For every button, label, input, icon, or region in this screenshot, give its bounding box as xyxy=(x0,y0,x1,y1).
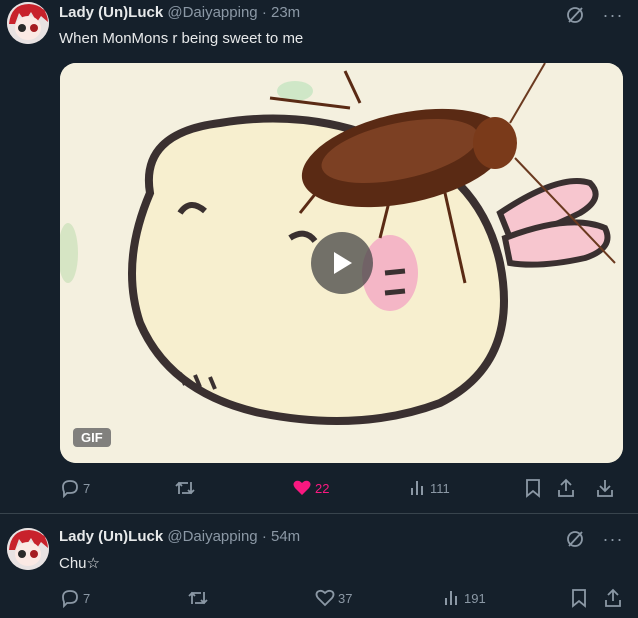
reply-icon xyxy=(62,590,78,608)
tweet-top-actions: ··· xyxy=(564,528,624,550)
play-button[interactable] xyxy=(311,232,373,294)
reply-button[interactable]: 7 xyxy=(60,586,90,610)
tweet-top-actions: ··· xyxy=(564,4,624,26)
avatar[interactable] xyxy=(7,528,49,570)
author-handle[interactable]: @Daiyapping xyxy=(167,4,257,21)
share-button[interactable] xyxy=(556,476,576,500)
retweet-icon xyxy=(175,481,195,495)
grok-icon[interactable] xyxy=(564,4,586,26)
gif-badge: GIF xyxy=(73,428,111,447)
views-icon xyxy=(411,481,423,495)
heart-icon xyxy=(315,589,335,607)
tweet-header: Lady (Un)Luck @Daiyapping · 54m xyxy=(59,528,300,545)
retweet-icon xyxy=(188,591,208,605)
download-button[interactable] xyxy=(595,476,615,500)
avatar[interactable] xyxy=(7,2,49,44)
grok-icon[interactable] xyxy=(564,528,586,550)
like-button[interactable]: 37 xyxy=(315,586,352,610)
timestamp[interactable]: 54m xyxy=(271,528,300,545)
tweet-header: Lady (Un)Luck @Daiyapping · 23m xyxy=(59,4,300,21)
reply-count: 7 xyxy=(83,480,91,496)
views-icon xyxy=(445,591,457,605)
timestamp[interactable]: 23m xyxy=(271,4,300,21)
separator-dot: · xyxy=(261,4,267,21)
download-icon xyxy=(597,480,613,497)
tweet[interactable]: Lady (Un)Luck @Daiyapping · 23m ··· When… xyxy=(0,0,638,514)
like-count: 37 xyxy=(338,590,353,606)
gif-media[interactable] xyxy=(60,63,623,463)
views-count: 111 xyxy=(430,480,450,496)
reply-count: 7 xyxy=(83,590,91,606)
views-count: 191 xyxy=(464,590,486,606)
bookmark-icon xyxy=(526,479,540,498)
share-button[interactable] xyxy=(603,586,623,610)
author-name[interactable]: Lady (Un)Luck xyxy=(59,4,163,21)
tweet-text: When MonMons r being sweet to me xyxy=(59,30,304,47)
bookmark-icon xyxy=(572,589,586,608)
more-icon[interactable]: ··· xyxy=(602,4,624,26)
tweet-text: Chu☆ xyxy=(59,555,100,572)
more-icon[interactable]: ··· xyxy=(602,528,624,550)
tweet[interactable]: Lady (Un)Luck @Daiyapping · 54m ··· Chu☆… xyxy=(0,514,638,618)
reply-button[interactable]: 7 xyxy=(60,476,90,500)
share-icon xyxy=(605,588,621,607)
retweet-button[interactable] xyxy=(187,586,212,610)
like-count: 22 xyxy=(315,480,330,496)
share-icon xyxy=(558,478,574,497)
views-button[interactable]: 191 xyxy=(443,586,486,610)
play-icon xyxy=(334,252,352,274)
like-button[interactable]: 22 xyxy=(292,476,329,500)
bookmark-button[interactable] xyxy=(524,476,542,500)
tweet-actions: 7 37 191 xyxy=(0,586,638,610)
author-handle[interactable]: @Daiyapping xyxy=(167,528,257,545)
separator-dot: · xyxy=(261,528,267,545)
views-button[interactable]: 111 xyxy=(409,476,450,500)
author-name[interactable]: Lady (Un)Luck xyxy=(59,528,163,545)
reply-icon xyxy=(62,480,78,498)
retweet-button[interactable] xyxy=(174,476,199,500)
bookmark-button[interactable] xyxy=(570,586,588,610)
heart-icon xyxy=(293,480,311,495)
tweet-actions: 7 22 111 xyxy=(0,476,638,500)
